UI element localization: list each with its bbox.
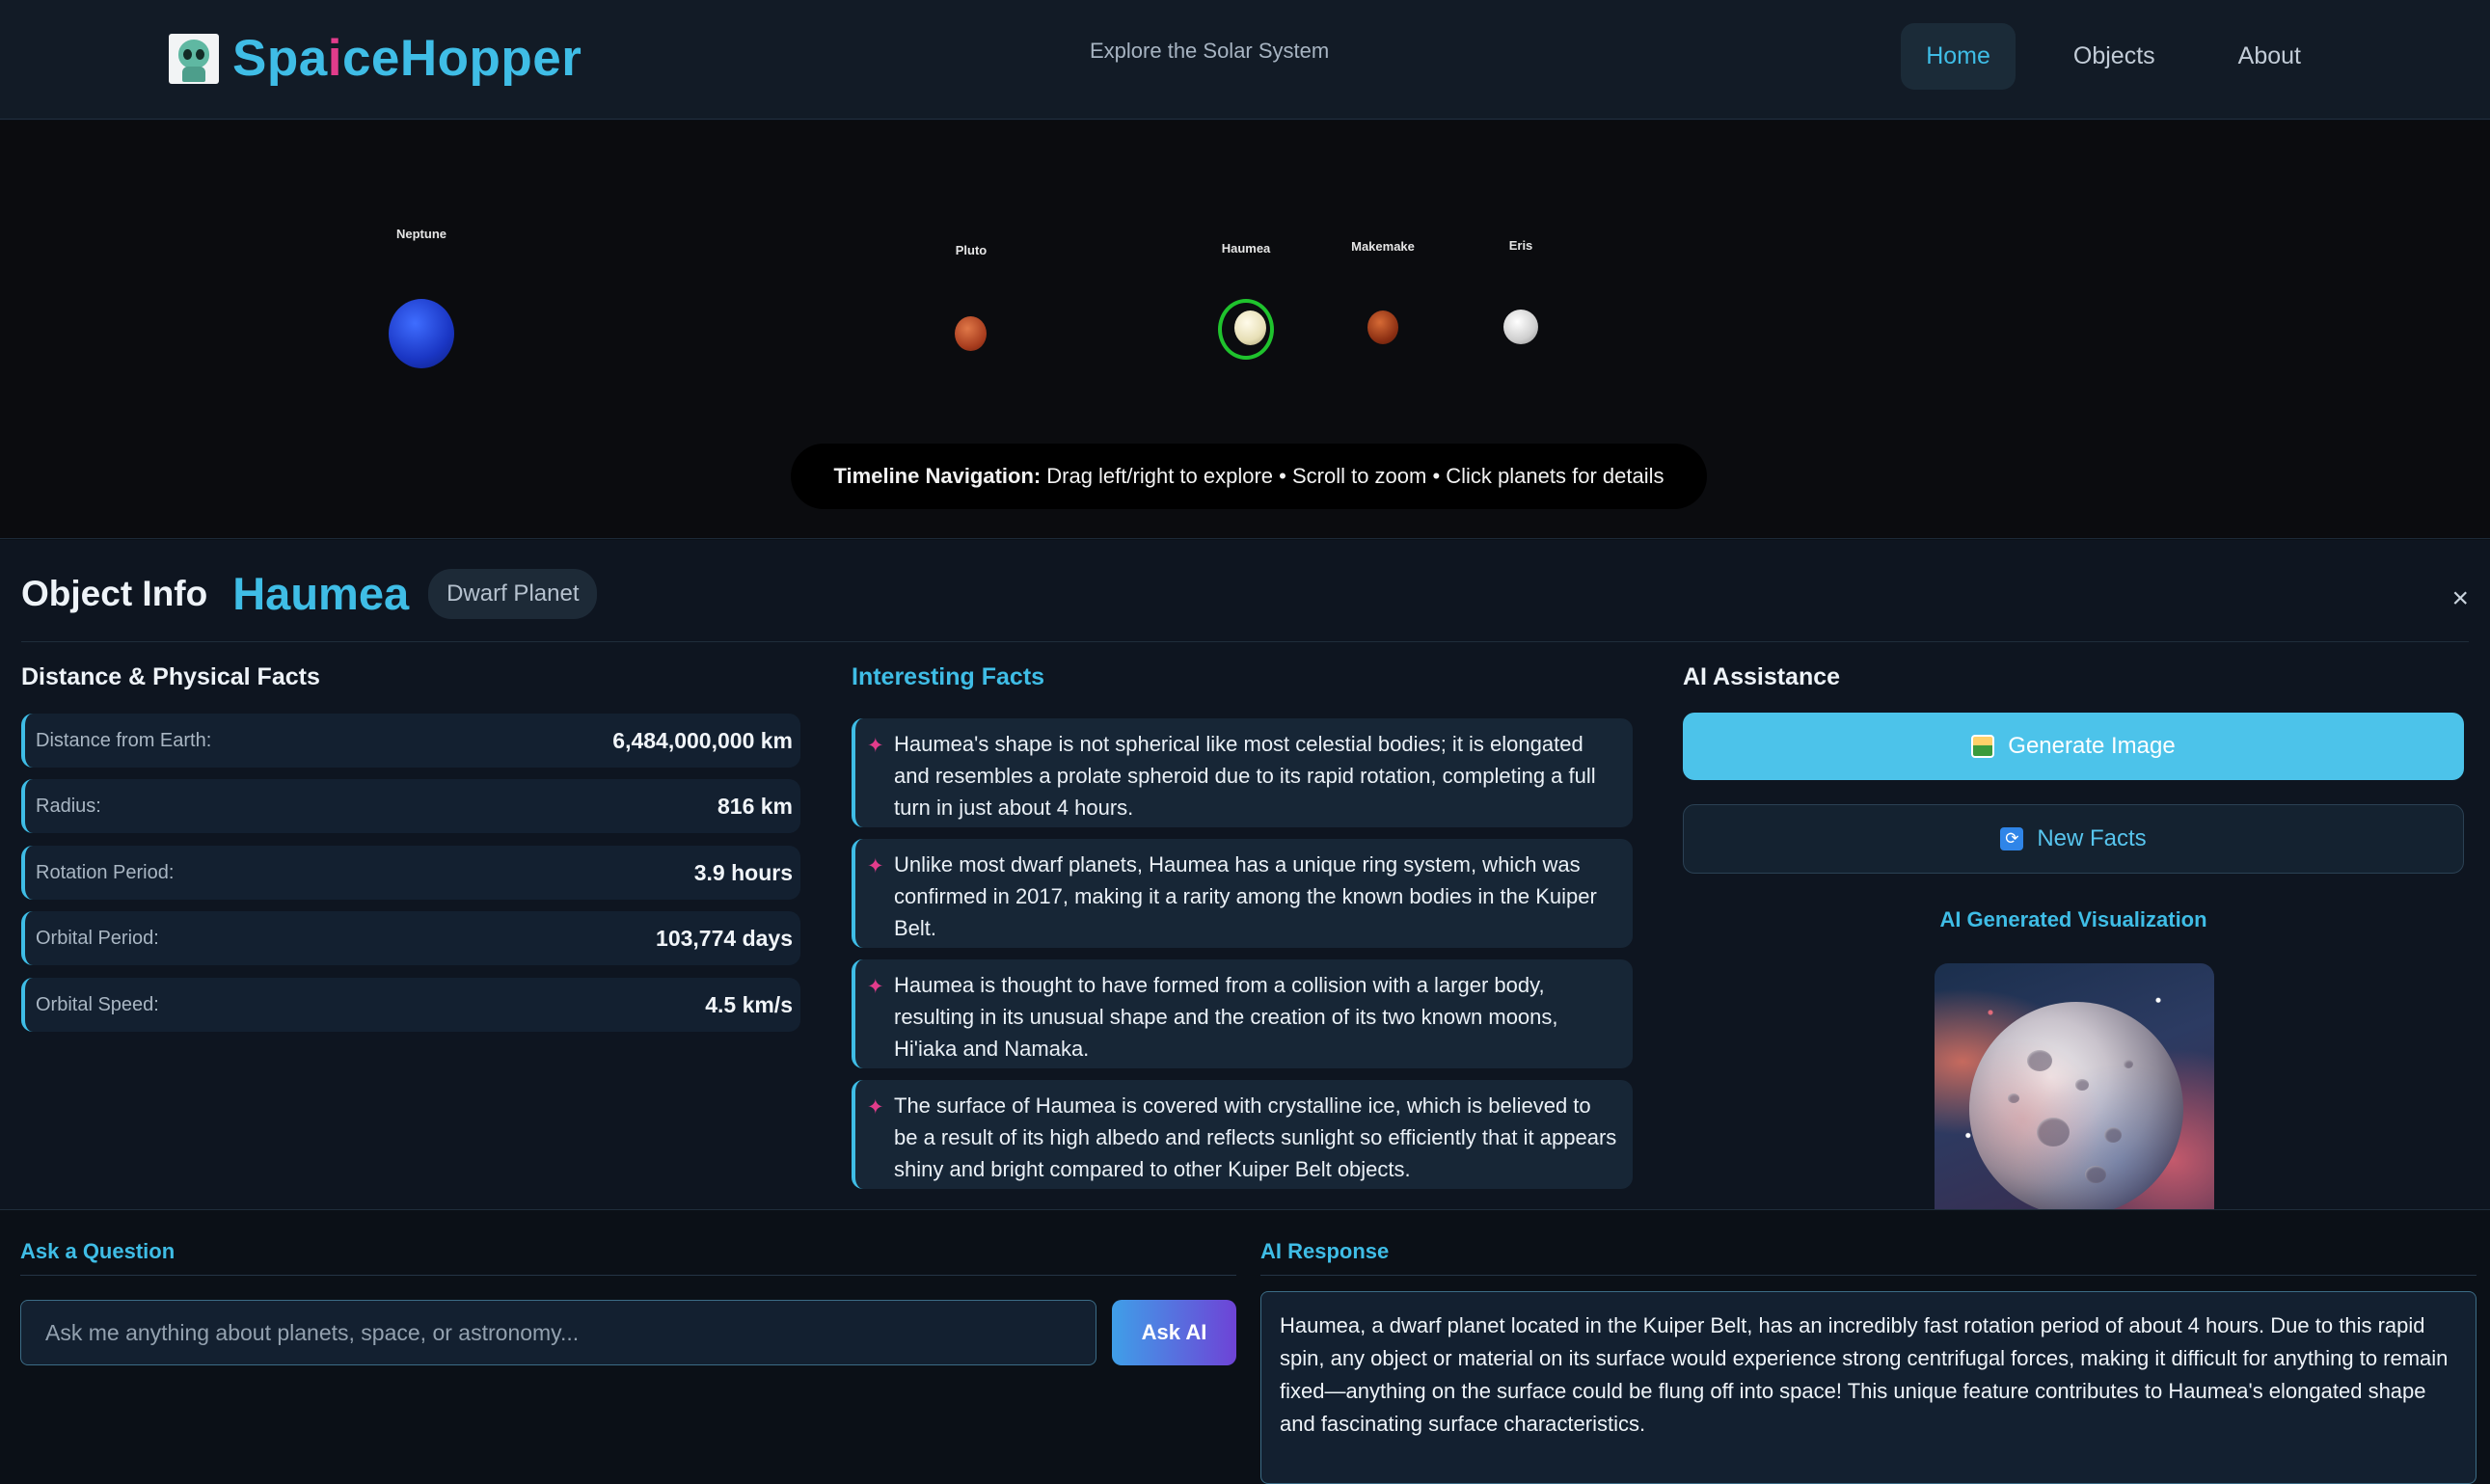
app-name: SpaiceHopper — [232, 30, 582, 87]
object-name: Haumea — [232, 568, 410, 619]
close-icon[interactable]: × — [2451, 582, 2469, 615]
divider — [1260, 1275, 2476, 1276]
fact-label: Distance from Earth: — [36, 729, 212, 751]
fact-label: Rotation Period: — [36, 861, 175, 883]
picture-icon — [1971, 735, 1995, 758]
nav-about[interactable]: About — [2213, 23, 2326, 90]
sparkle-icon: ✦ — [867, 735, 884, 757]
fact-value: 4.5 km/s — [705, 991, 793, 1017]
object-info-title: Object Info — [21, 573, 208, 613]
question-input[interactable] — [20, 1300, 1096, 1365]
interesting-facts-title: Interesting Facts — [852, 663, 1045, 690]
fact-row-orbital-speed: Orbital Speed: 4.5 km/s — [21, 978, 800, 1032]
fact-row-radius: Radius: 816 km — [21, 779, 800, 833]
sparkle-icon: ✦ — [867, 855, 884, 877]
nav-objects[interactable]: Objects — [2048, 23, 2180, 90]
qa-panel: Ask a Question Ask AI AI Response Haumea… — [0, 1209, 2490, 1484]
planet-label-haumea: Haumea — [1221, 241, 1271, 256]
planet-label-neptune: Neptune — [396, 227, 447, 241]
interesting-fact: ✦ Unlike most dwarf planets, Haumea has … — [852, 839, 1633, 948]
physical-facts-title: Distance & Physical Facts — [21, 663, 320, 690]
moon-illustration — [1969, 1002, 2183, 1209]
fact-value: 103,774 days — [656, 925, 793, 951]
main-nav: Home Objects About — [1901, 23, 2326, 90]
fact-row-rotation: Rotation Period: 3.9 hours — [21, 846, 800, 900]
alien-logo-icon — [169, 33, 219, 84]
generate-image-button[interactable]: Generate Image — [1683, 713, 2464, 780]
interesting-fact: ✦ Haumea is thought to have formed from … — [852, 959, 1633, 1068]
ask-question-title: Ask a Question — [20, 1239, 176, 1263]
ask-ai-button[interactable]: Ask AI — [1112, 1300, 1236, 1365]
ai-assistance-title: AI Assistance — [1683, 663, 1841, 690]
top-header: SpaiceHopper Explore the Solar System Ho… — [0, 0, 2490, 120]
fact-label: Radius: — [36, 795, 101, 817]
tagline: Explore the Solar System — [1090, 39, 1330, 63]
fact-value: 816 km — [717, 793, 793, 819]
fact-label: Orbital Period: — [36, 927, 159, 949]
planet-neptune[interactable] — [389, 299, 454, 368]
solar-system-timeline[interactable]: Neptune Pluto Haumea Makemake Eris Timel… — [0, 121, 2490, 539]
planet-makemake[interactable] — [1367, 310, 1398, 344]
refresh-icon: ⟳ — [2000, 827, 2024, 850]
object-info-header: Object Info Haumea Dwarf Planet — [21, 567, 598, 620]
fact-value: 6,484,000,000 km — [612, 727, 793, 753]
fact-label: Orbital Speed: — [36, 993, 159, 1015]
fact-value: 3.9 hours — [693, 859, 793, 885]
nav-home[interactable]: Home — [1901, 23, 2016, 90]
sparkle-icon: ✦ — [867, 976, 884, 998]
object-info-panel: Object Info Haumea Dwarf Planet × Distan… — [0, 540, 2490, 1209]
ai-response-title: AI Response — [1260, 1239, 1390, 1263]
new-facts-button[interactable]: ⟳ New Facts — [1683, 804, 2464, 874]
planet-haumea[interactable] — [1234, 310, 1266, 345]
planet-label-makemake: Makemake — [1351, 239, 1415, 254]
planet-label-pluto: Pluto — [955, 243, 988, 257]
divider — [21, 641, 2469, 642]
sparkle-icon: ✦ — [867, 1096, 884, 1119]
interesting-fact: ✦ Haumea's shape is not spherical like m… — [852, 718, 1633, 827]
fact-row-orbital-period: Orbital Period: 103,774 days — [21, 911, 800, 965]
planet-eris[interactable] — [1503, 310, 1538, 344]
ai-generated-image — [1935, 963, 2214, 1209]
interesting-fact: ✦ The surface of Haumea is covered with … — [852, 1080, 1633, 1189]
visualization-title: AI Generated Visualization — [1939, 907, 2207, 931]
fact-row-distance: Distance from Earth: 6,484,000,000 km — [21, 714, 800, 768]
ai-response-text: Haumea, a dwarf planet located in the Ku… — [1260, 1291, 2476, 1484]
object-type-badge: Dwarf Planet — [428, 568, 598, 619]
logo[interactable]: SpaiceHopper — [169, 29, 582, 88]
divider — [20, 1275, 1236, 1276]
planet-pluto[interactable] — [955, 316, 987, 351]
timeline-hint: Timeline Navigation: Drag left/right to e… — [791, 444, 1707, 509]
planet-label-eris: Eris — [1508, 238, 1533, 253]
